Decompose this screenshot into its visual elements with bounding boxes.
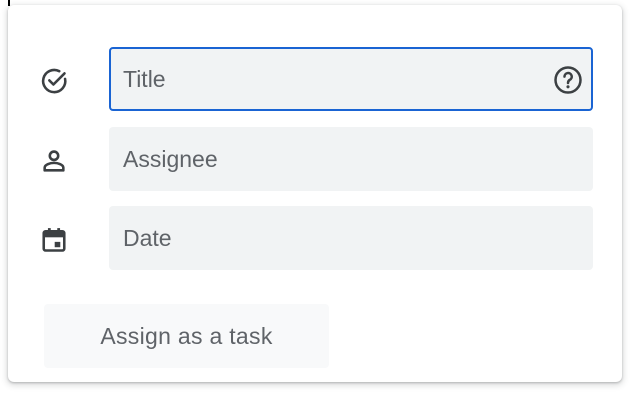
title-field[interactable] [109, 47, 593, 111]
calendar-icon [38, 224, 70, 256]
person-icon [38, 145, 70, 177]
assignee-row [8, 127, 622, 193]
assignee-input[interactable] [123, 139, 523, 179]
assignee-field[interactable] [109, 127, 593, 191]
title-input[interactable] [123, 59, 523, 99]
help-circle-icon[interactable] [553, 65, 583, 95]
date-input[interactable] [123, 218, 523, 258]
date-row [8, 206, 622, 272]
check-circle-icon [38, 65, 70, 97]
assign-task-card: Assign as a task [8, 5, 622, 382]
title-row [8, 47, 622, 113]
assign-as-task-button[interactable]: Assign as a task [44, 304, 329, 368]
date-field[interactable] [109, 206, 593, 270]
